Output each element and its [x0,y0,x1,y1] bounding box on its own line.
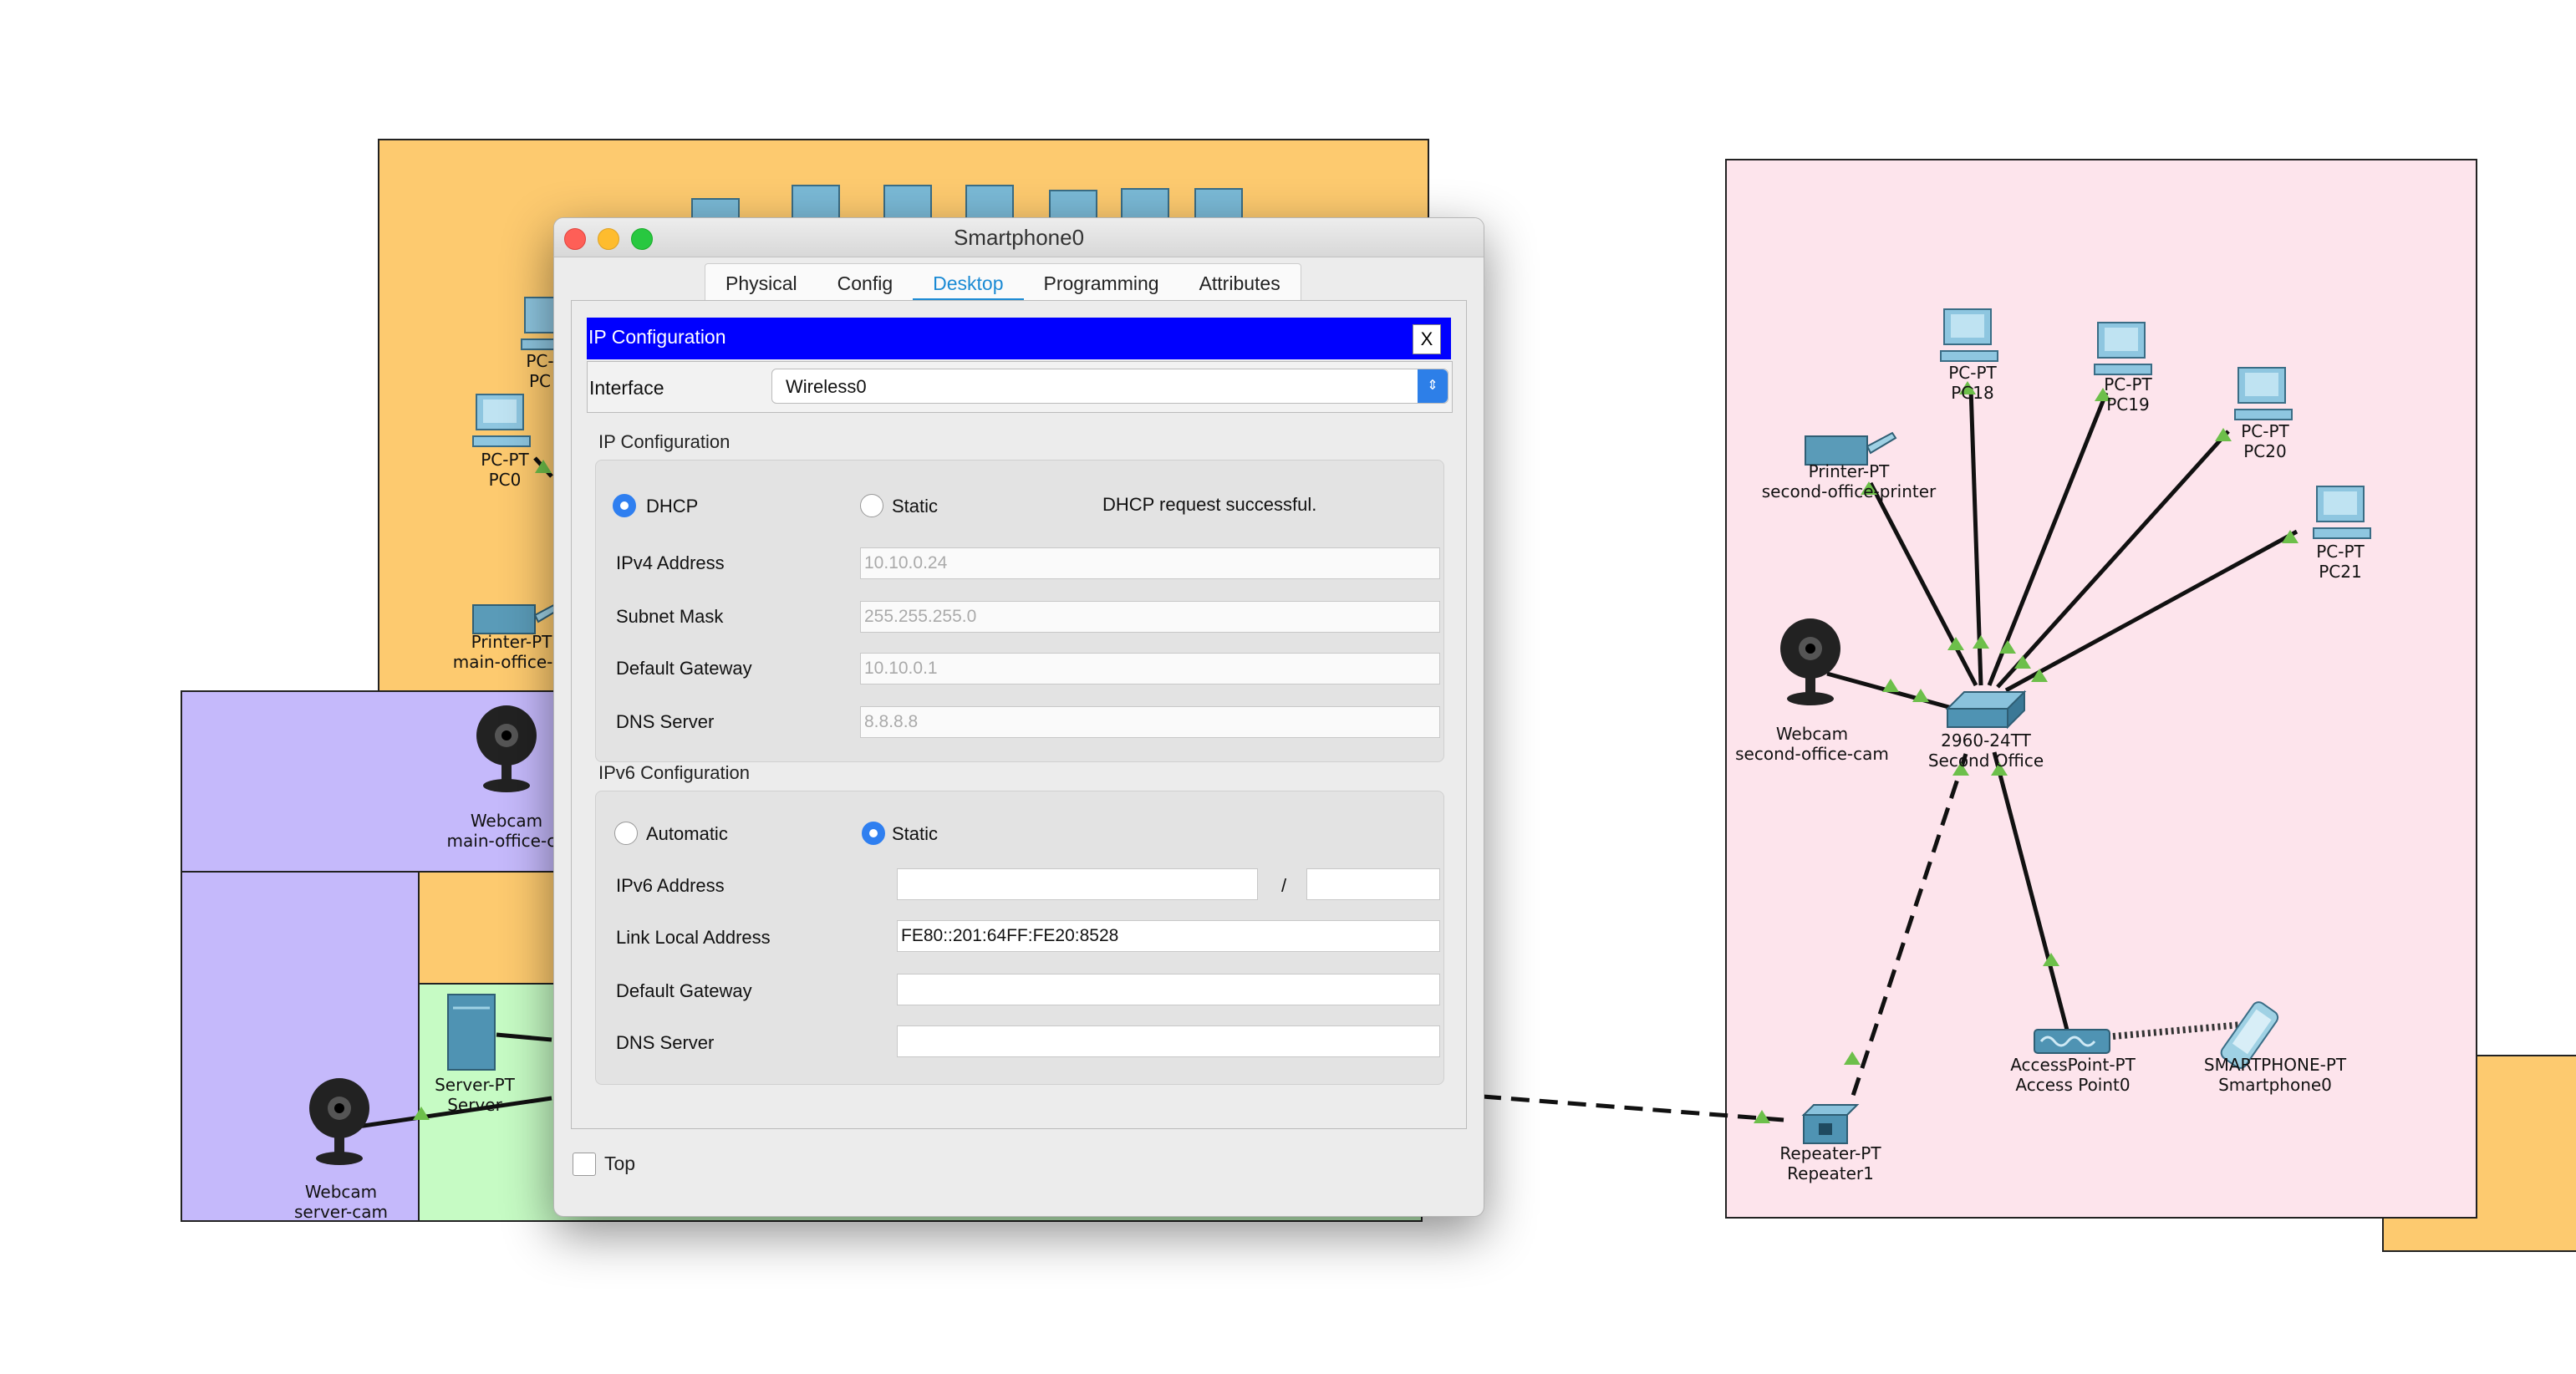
pc19-icon [2094,322,2152,375]
interface-row: Interface Wireless0 ⇕ [587,361,1453,413]
link-indicator [1999,640,2016,654]
top-checkbox[interactable] [573,1153,596,1176]
pc19-label: PC-PT PC19 [2104,374,2152,415]
ipv4-section-title: IP Configuration [598,431,731,452]
repeater-icon [1801,1104,1860,1144]
printer-icon [1805,431,1897,466]
static-label: Static [892,496,939,517]
close-app-button[interactable]: X [1413,324,1441,354]
tab-bar: Physical Config Desktop Programming Attr… [705,263,1301,303]
gateway6-field[interactable] [897,974,1440,1005]
dhcp-radio[interactable] [613,494,636,517]
server-icon [447,994,496,1071]
second-cam-label: Webcam second-office-cam [1735,724,1889,764]
window-title: Smartphone0 [953,225,1085,250]
dns-field[interactable]: 8.8.8.8 [860,706,1440,738]
link-repeater-main [1482,1094,1784,1122]
switch-label: 2960-24TT Second Office [1927,730,2044,771]
ip-config-header: IP Configuration X [587,318,1451,359]
tab-config[interactable]: Config [817,264,913,303]
ipv4-group: DHCP Static DHCP request successful. IPv… [595,460,1444,762]
pc20-icon [2234,367,2293,420]
ipv6-address-field[interactable] [897,868,1258,900]
interface-label: Interface [589,377,664,399]
ipv6-section-title: IPv6 Configuration [598,762,750,783]
pc18-label: PC-PT PC18 [1948,363,1997,403]
link-printer-switch [1868,481,1978,687]
access-point-icon [2034,1029,2110,1054]
prefix-slash: / [1281,875,1287,896]
static6-radio[interactable] [862,822,885,845]
dns6-label: DNS Server [616,1032,715,1053]
ipv6-group: Automatic Static IPv6 Address / Link Loc… [595,791,1444,1085]
dhcp-label: DHCP [646,496,699,517]
dns6-field[interactable] [897,1025,1440,1057]
link-local-label: Link Local Address [616,927,771,948]
link-indicator [413,1107,430,1120]
link-pc19-switch [1987,392,2109,686]
chevron-updown-icon[interactable]: ⇕ [1418,369,1448,403]
wireless-link [2112,1021,2243,1040]
ipv4-address-field[interactable]: 10.10.0.24 [860,547,1440,579]
link-server [496,1032,552,1042]
link-indicator [2215,428,2232,441]
automatic-label: Automatic [646,823,728,844]
gateway6-label: Default Gateway [616,980,752,1001]
static-radio[interactable] [860,494,883,517]
static6-label: Static [892,823,939,844]
printer-icon [472,600,565,634]
pc-icon [472,394,531,447]
link-indicator [1844,1051,1861,1065]
main-cam-label: Webcam main-office-ca [446,811,567,851]
pc0-label: PC-PT PC0 [481,450,529,490]
top-checkbox-label: Top [604,1153,636,1174]
pc20-label: PC-PT PC20 [2241,421,2289,461]
link-local-field[interactable]: FE80::201:64FF:FE20:8528 [897,920,1440,952]
tab-attributes[interactable]: Attributes [1179,264,1301,303]
repeater-label: Repeater-PT Repeater1 [1779,1143,1881,1183]
server-label: Server-PT Server [435,1075,515,1115]
pc21-label: PC-PT PC21 [2316,542,2365,582]
tab-desktop[interactable]: Desktop [913,264,1024,303]
interface-value: Wireless0 [786,376,867,397]
ipv6-address-label: IPv6 Address [616,875,725,896]
switch-icon [1945,690,2027,730]
ip-config-title: IP Configuration [588,326,726,348]
webcam-icon [309,1078,369,1165]
title-bar[interactable]: Smartphone0 [554,218,1484,257]
subnet-label: Subnet Mask [616,606,724,627]
webcam-icon [476,705,537,792]
pc-partial-label: PC- PC [526,351,554,391]
link-indicator [2014,655,2031,669]
ipv4-address-label: IPv4 Address [616,552,725,573]
automatic-radio[interactable] [614,822,638,845]
tab-programming[interactable]: Programming [1024,264,1179,303]
pc18-icon [1940,308,1998,362]
link-pc21-switch [2004,529,2299,693]
link-indicator [1882,679,1899,692]
link-switch-repeater [1848,753,1968,1104]
subnet-field[interactable]: 255.255.255.0 [860,601,1440,633]
webcam-icon [1780,618,1840,705]
second-printer-label: Printer-PT second-office-printer [1761,461,1937,501]
desktop-panel: IP Configuration X Interface Wireless0 ⇕… [571,300,1467,1129]
link-indicator [1912,689,1929,702]
dns-label: DNS Server [616,711,715,732]
device-dialog[interactable]: Smartphone0 Physical Config Desktop Prog… [553,217,1484,1217]
smartphone-label: SMARTPHONE-PT Smartphone0 [2203,1055,2347,1095]
gateway-label: Default Gateway [616,658,752,679]
server-cam-label: Webcam server-cam [294,1182,388,1222]
ipv6-prefix-field[interactable] [1306,868,1440,900]
link-pc20-switch [1996,430,2230,689]
pc21-icon [2313,486,2371,539]
tab-physical[interactable]: Physical [705,264,817,303]
gateway-field[interactable]: 10.10.0.1 [860,653,1440,684]
interface-select[interactable]: Wireless0 ⇕ [771,369,1448,404]
link-switch-ap [1992,751,2070,1034]
ap-label: AccessPoint-PT Access Point0 [2010,1055,2136,1095]
link-indicator [1973,635,1989,649]
dhcp-status: DHCP request successful. [1102,494,1317,515]
